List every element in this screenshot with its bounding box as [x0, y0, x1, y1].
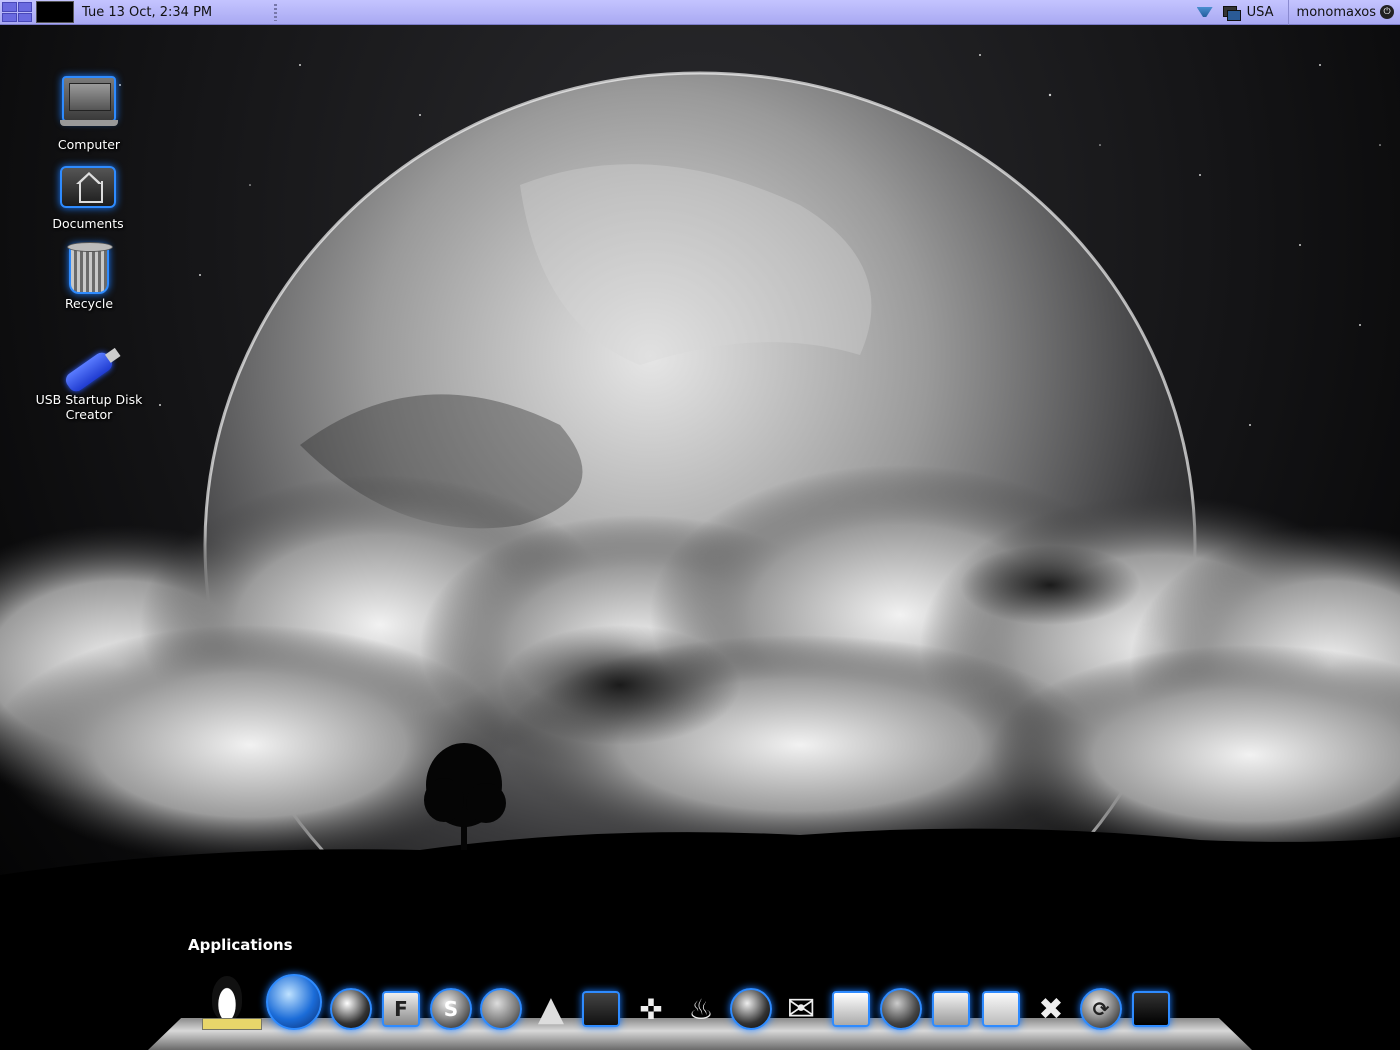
- vlc-cone-icon: ▲: [537, 989, 565, 1029]
- dock-item-system-monitor[interactable]: [578, 986, 624, 1032]
- dock-title: Applications: [188, 936, 293, 954]
- dock-item-terminal[interactable]: [1128, 986, 1174, 1032]
- clock[interactable]: Tue 13 Oct, 2:34 PM: [82, 5, 212, 20]
- dock-item-skype[interactable]: S: [428, 986, 474, 1032]
- gamepad-icon: ✜: [639, 992, 663, 1026]
- desktop-wallpaper: [0, 25, 1400, 1050]
- application-dock: F S ▲ ✜ ♨ ✉ ✖ ⟳: [198, 962, 1174, 1032]
- dock-item-google-earth[interactable]: [328, 986, 374, 1032]
- dolphin-file-manager-icon: [266, 974, 322, 1030]
- dock-item-printer[interactable]: [928, 986, 974, 1032]
- desktop-icon-label: Recycle: [64, 296, 114, 311]
- desktop-icon-label: USB Startup Disk Creator: [35, 392, 143, 422]
- tools-settings-icon: ✖: [1038, 991, 1064, 1027]
- menu-grid-icon: [2, 2, 17, 12]
- dock-item-office[interactable]: [828, 986, 874, 1032]
- dock-item-tux[interactable]: [198, 966, 262, 1032]
- terminal-icon: [1132, 991, 1170, 1027]
- dock-item-network[interactable]: [878, 986, 924, 1032]
- keyboard-layout[interactable]: USA: [1247, 5, 1274, 20]
- printer-icon: [932, 991, 970, 1027]
- panel-divider: [1287, 0, 1289, 25]
- main-menu-button[interactable]: [0, 0, 34, 24]
- dock-item-mail[interactable]: ✉: [778, 986, 824, 1032]
- file-copy-icon: [982, 991, 1020, 1027]
- dock-item-file-manager[interactable]: [264, 972, 324, 1032]
- network-icon[interactable]: [1195, 3, 1215, 21]
- desktop-icon-documents[interactable]: Documents: [13, 166, 163, 231]
- network-sync-icon: [880, 988, 922, 1030]
- office-suite-icon: [832, 991, 870, 1027]
- dock-item-text-editor[interactable]: F: [378, 986, 424, 1032]
- mail-envelope-icon: ✉: [786, 989, 816, 1029]
- dock-item-browser[interactable]: [728, 986, 774, 1032]
- display-icon[interactable]: [1221, 3, 1241, 21]
- system-monitor-icon: [582, 991, 620, 1027]
- top-panel: Tue 13 Oct, 2:34 PM USA monomaxos ⏻: [0, 0, 1400, 25]
- desktop-icon-recycle[interactable]: Recycle: [14, 242, 164, 311]
- desktop-icon-computer[interactable]: Computer: [14, 76, 164, 152]
- dock-item-messenger[interactable]: [478, 986, 524, 1032]
- dock-item-file-copy[interactable]: [978, 986, 1024, 1032]
- desktop-icon-usb-creator[interactable]: USB Startup Disk Creator: [14, 346, 164, 422]
- wallpaper-art: [0, 54, 1400, 1050]
- panel-separator: [274, 4, 277, 21]
- home-folder-icon: [60, 166, 116, 208]
- user-menu[interactable]: monomaxos: [1297, 5, 1376, 20]
- google-earth-icon: [330, 988, 372, 1030]
- dock-item-update[interactable]: ⟳: [1078, 986, 1124, 1032]
- workspace-switcher[interactable]: [36, 1, 74, 23]
- burner-flame-icon: ♨: [688, 992, 714, 1026]
- web-browser-globe-icon: [730, 988, 772, 1030]
- computer-icon: [60, 76, 118, 126]
- dock-item-vlc[interactable]: ▲: [528, 986, 574, 1032]
- desktop-icon-label: Documents: [52, 216, 124, 231]
- power-icon[interactable]: ⏻: [1380, 5, 1394, 19]
- usb-drive-icon: [62, 349, 116, 395]
- dock-item-tools[interactable]: ✖: [1028, 986, 1074, 1032]
- dock-item-games[interactable]: ✜: [628, 986, 674, 1032]
- messenger-contacts-icon: [480, 988, 522, 1030]
- dock-item-burner[interactable]: ♨: [678, 986, 724, 1032]
- desktop-icon-label: Computer: [57, 137, 121, 152]
- trash-icon: [67, 242, 113, 294]
- tux-mascot-icon: [212, 976, 242, 1020]
